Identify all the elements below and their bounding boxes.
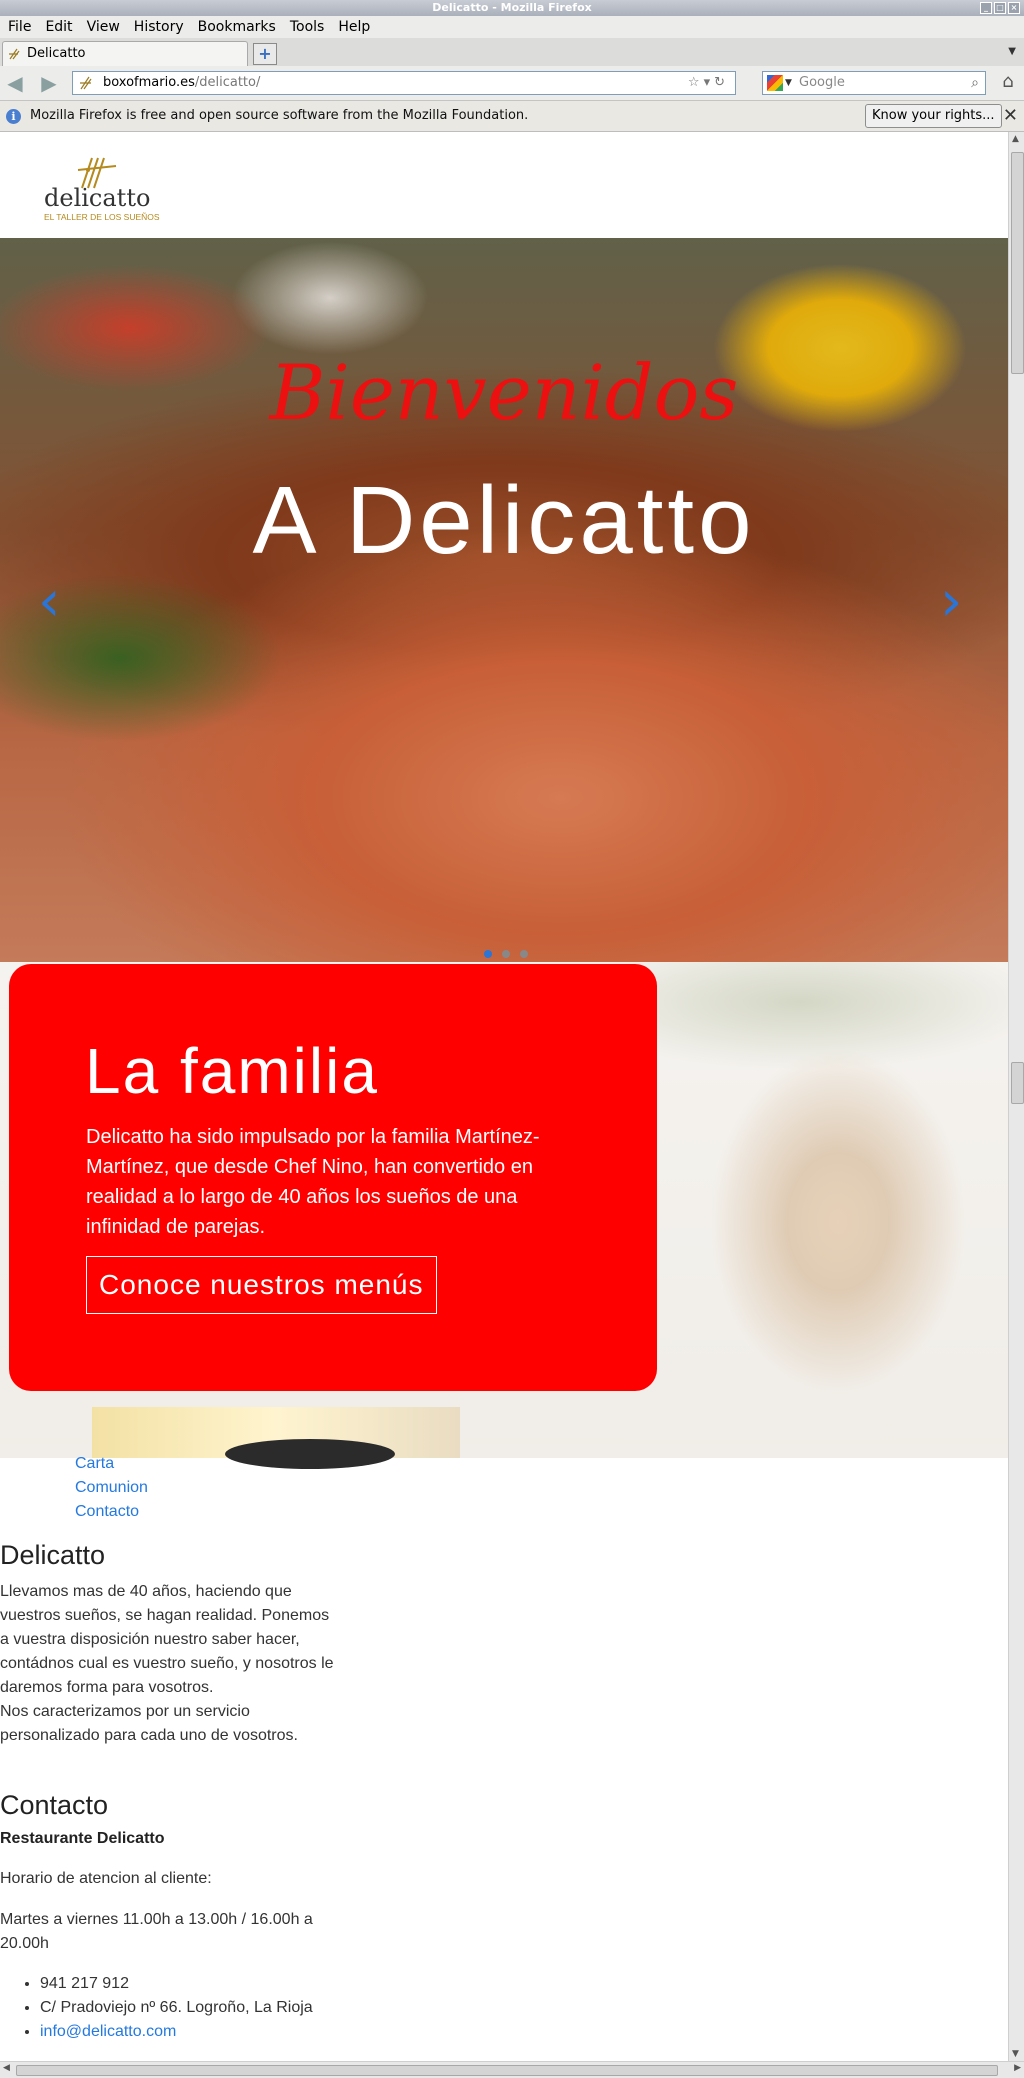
site-identity-icon [80,76,92,90]
link-carta[interactable]: Carta [75,1452,148,1476]
logo-name: delicatto [44,184,151,212]
logo-tagline: EL TALLER DE LOS SUEÑOS [44,212,160,222]
menu-help[interactable]: Help [338,19,370,35]
info-icon: i [6,109,21,124]
menu-bookmarks[interactable]: Bookmarks [198,19,276,35]
hero-title: A Delicatto [252,467,756,574]
tab-label: Delicatto [27,46,86,61]
window-title: Delicatto - Mozilla Firefox [432,1,592,14]
horizontal-scrollbar[interactable]: ◀ ▶ [0,2061,1024,2078]
slider-dot-3[interactable] [520,950,528,958]
slider-next-icon[interactable]: › [940,574,962,630]
footer-links: Carta Comunion Contacto [75,1452,148,1524]
contact-email-link[interactable]: info@delicatto.com [40,2023,176,2040]
search-input[interactable]: Google [799,72,845,94]
scroll-left-icon[interactable]: ◀ [3,2063,10,2073]
menubar: File Edit View History Bookmarks Tools H… [0,16,1024,39]
link-contacto[interactable]: Contacto [75,1500,148,1524]
about-text: Llevamos mas de 40 años, haciendo que vu… [0,1580,340,1748]
site-favicon-icon [9,48,20,60]
tab-delicatto[interactable]: Delicatto [2,41,248,66]
scroll-thumb-secondary[interactable] [1011,1062,1024,1104]
about-paragraph: Llevamos mas de 40 años, haciendo que vu… [0,1583,334,1696]
notification-message: Mozilla Firefox is free and open source … [30,108,529,123]
menu-history[interactable]: History [134,19,184,35]
family-title: La familia [85,1035,379,1107]
menu-file[interactable]: File [8,19,31,35]
slider-dot-1[interactable] [484,950,492,958]
search-engine-icon[interactable] [767,75,783,91]
menu-tools[interactable]: Tools [290,19,325,35]
slider-dots [484,950,528,958]
search-icon[interactable]: ⌕ [971,72,979,94]
contact-list: 941 217 912 C/ Pradoviejo nº 66. Logroño… [0,1972,313,2044]
address-bar[interactable]: boxofmario.es/delicatto/ ☆▾↻ [72,71,736,95]
maximize-icon[interactable]: □ [994,2,1006,14]
hero-subtitle: Bienvenidos [269,348,739,437]
back-icon[interactable]: ◀ [4,73,26,93]
navigation-toolbar: ◀ ▶ boxofmario.es/delicatto/ ☆▾↻ ▼ Googl… [0,66,1024,101]
bowl-image [225,1439,395,1469]
slider-dot-2[interactable] [502,950,510,958]
url-dropdown-icon[interactable]: ▾ [704,75,715,90]
engine-dropdown-icon[interactable]: ▼ [785,72,792,94]
bookmark-star-icon[interactable]: ☆ [688,75,704,90]
url-path: /delicatto/ [194,75,261,90]
restaurant-name: Restaurante Delicatto [0,1830,165,1847]
new-tab-button[interactable]: + [253,43,277,65]
scroll-down-icon[interactable]: ▼ [1012,2049,1019,2059]
notification-bar: i Mozilla Firefox is free and open sourc… [0,101,1024,132]
opening-hours: Martes a viernes 11.00h a 13.00h / 16.00… [0,1911,313,1952]
contact-email-item: info@delicatto.com [40,2020,313,2044]
about-heading: Delicatto [0,1540,106,1570]
minimize-icon[interactable]: _ [980,2,992,14]
link-comunion[interactable]: Comunion [75,1476,148,1500]
contact-address: C/ Pradoviejo nº 66. Logroño, La Rioja [40,1996,313,2020]
hours-label: Horario de atencion al cliente: [0,1870,212,1887]
scroll-right-icon[interactable]: ▶ [1014,2063,1021,2073]
site-logo[interactable]: delicatto EL TALLER DE LOS SUEÑOS [42,150,160,222]
about-paragraph-2: Nos caracterizamos por un servicio perso… [0,1703,298,1744]
close-notification-icon[interactable]: ✕ [1003,101,1018,131]
reload-icon[interactable]: ↻ [714,75,729,90]
url-host: boxofmario.es [103,75,195,90]
contact-heading: Contacto [0,1790,109,1820]
vertical-scrollbar[interactable]: ▲ ▼ [1008,132,1024,2061]
family-text: Delicatto ha sido impulsado por la famil… [86,1126,540,1238]
hero-slider: Bienvenidos A Delicatto ‹ › [0,238,1008,962]
search-box[interactable]: ▼ Google ⌕ [762,71,986,95]
menus-button[interactable]: Conoce nuestros menús [86,1256,437,1314]
tab-list-icon[interactable]: ▼ [1008,46,1016,57]
scroll-up-icon[interactable]: ▲ [1012,134,1019,144]
home-icon[interactable]: ⌂ [996,71,1020,93]
window-titlebar: Delicatto - Mozilla Firefox _ □ × [0,0,1024,16]
scroll-thumb[interactable] [1011,152,1024,374]
family-card: La familia Delicatto ha sido impulsado p… [9,964,657,1391]
contact-phone: 941 217 912 [40,1972,313,1996]
slider-prev-icon[interactable]: ‹ [38,574,60,630]
know-your-rights-button[interactable]: Know your rights... [865,104,1002,128]
horizontal-scroll-thumb[interactable] [16,2065,998,2076]
forward-icon[interactable]: ▶ [38,73,60,93]
tab-bar: Delicatto + ▼ [0,38,1024,67]
menu-view[interactable]: View [87,19,120,35]
menu-edit[interactable]: Edit [45,19,72,35]
close-window-icon[interactable]: × [1008,2,1020,14]
